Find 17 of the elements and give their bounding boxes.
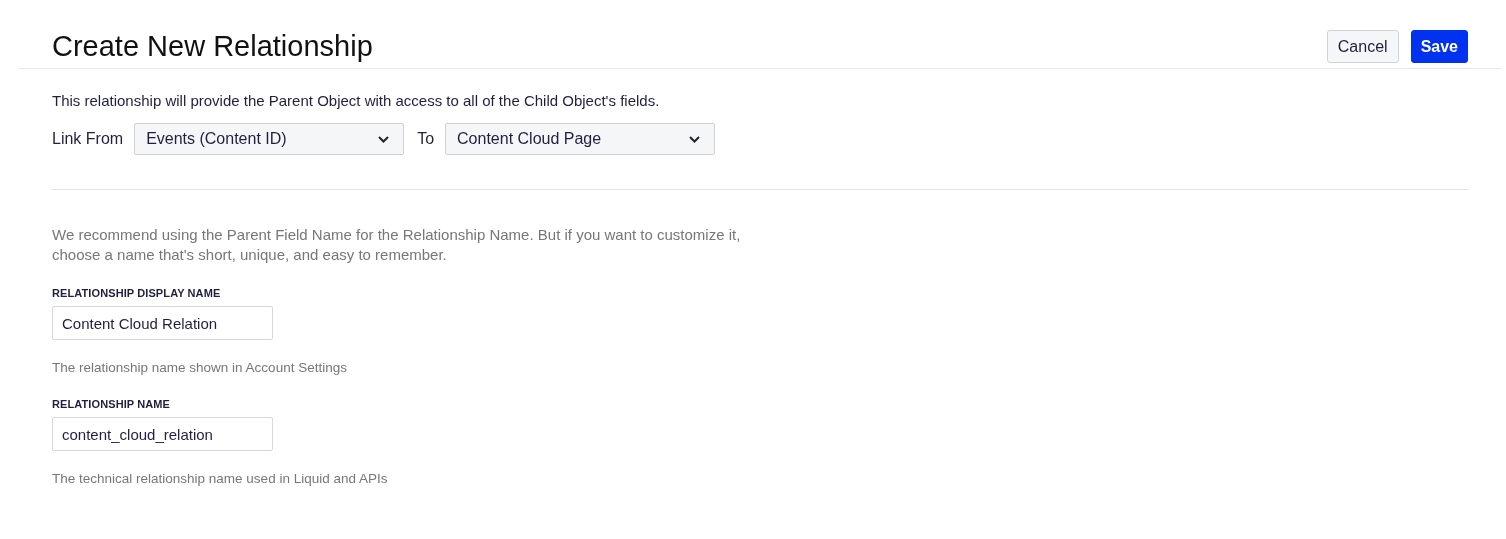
chevron-down-icon [689,135,701,143]
recommendation-text: We recommend using the Parent Field Name for the Relationship Name. But if you want to customize it, choose a name that's short, unique, and easy to remember. [52,225,742,265]
link-from-dropdown[interactable]: Events (Content ID) [134,123,405,155]
field-label: RELATIONSHIP DISPLAY NAME [52,287,222,299]
input-field[interactable]: content_cloud_relation [52,417,273,451]
chevron-down-icon [378,135,390,143]
cancel-button[interactable]: Cancel [1326,30,1399,63]
field-label: RELATIONSHIP NAME [52,398,172,410]
input-field[interactable]: Content Cloud Relation [52,306,273,340]
help-text: The technical relationship name used in Liquid and APIs [52,471,389,486]
link-from-label: Link From [52,130,124,148]
save-button[interactable]: Save [1410,30,1468,63]
intro-text: This relationship will provide the Parent Object with access to all of the Child Object's fields. [52,91,661,111]
page-title: Create New Relationship [52,29,373,64]
help-text: The relationship name shown in Account Settings [52,360,348,375]
link-to-dropdown[interactable]: Content Cloud Page [445,123,716,155]
link-to-label: To [417,130,435,148]
